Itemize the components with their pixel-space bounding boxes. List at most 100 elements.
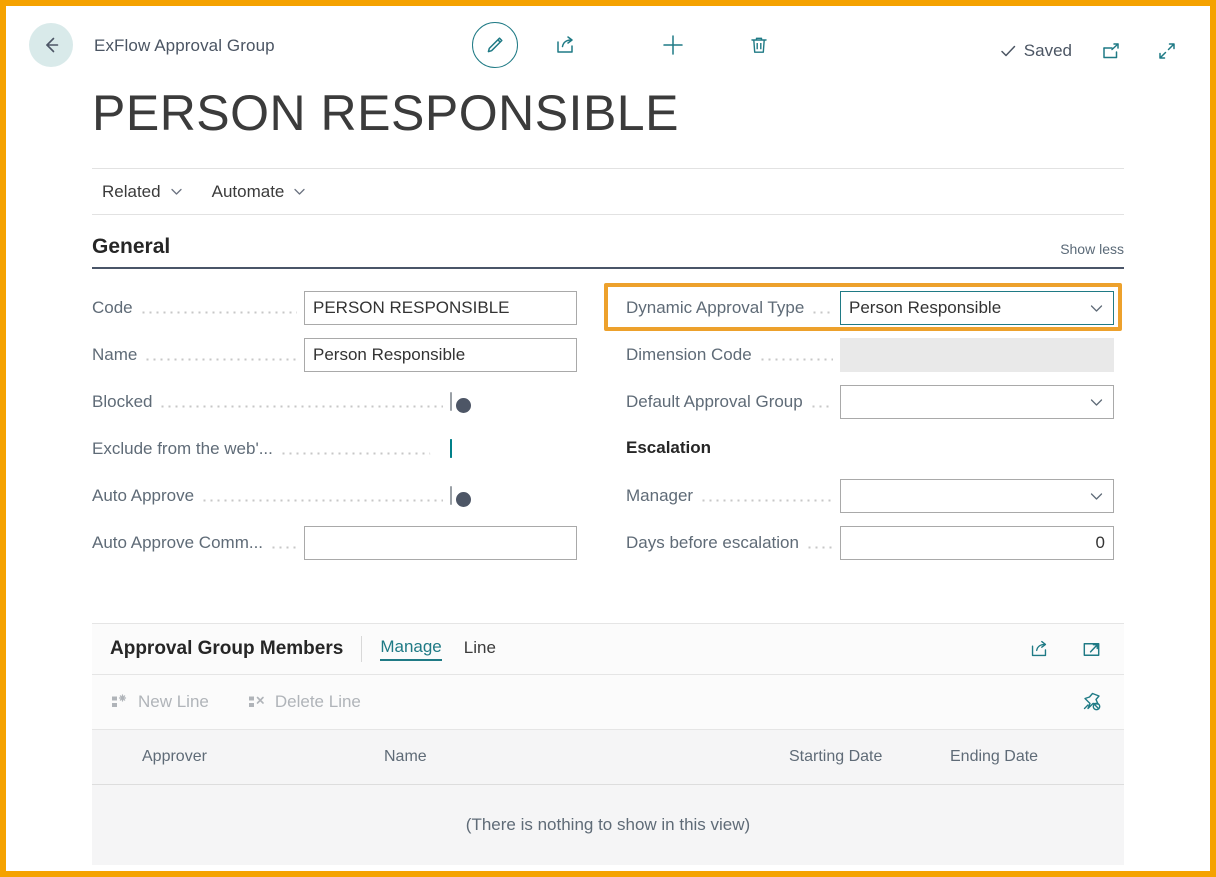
field-label: Auto Approve Comm... <box>92 533 264 552</box>
exclude-from-web-toggle[interactable] <box>430 439 452 461</box>
toggle-knob <box>430 443 447 461</box>
saved-status: Saved <box>998 41 1072 61</box>
field-dynamic-approval-type: Dynamic Approval Type Person Responsible <box>626 291 1114 325</box>
field-code: Code PERSON RESPONSIBLE <box>92 291 577 325</box>
page-title: PERSON RESPONSIBLE <box>92 85 679 141</box>
delete-button[interactable] <box>742 26 776 64</box>
chevron-down-icon <box>1088 394 1105 411</box>
field-manager: Manager <box>626 479 1114 513</box>
share-button[interactable] <box>548 26 582 64</box>
label-leader-dots <box>805 541 833 551</box>
back-button[interactable] <box>29 23 73 67</box>
expand-button[interactable] <box>1150 32 1184 70</box>
general-group-header: General Show less <box>92 235 1124 269</box>
field-label: Days before escalation <box>626 533 799 552</box>
label-leader-dots <box>279 447 443 457</box>
default-approval-group-select[interactable] <box>840 385 1114 419</box>
right-command-group: Saved <box>998 32 1184 70</box>
part-header-icons <box>1022 630 1108 668</box>
part-tab-list: Manage Line <box>380 637 496 661</box>
field-label: Dynamic Approval Type <box>626 298 805 317</box>
chevron-down-icon <box>169 184 184 199</box>
toggle-knob <box>456 397 471 413</box>
empty-state-message: (There is nothing to show in this view) <box>465 815 751 834</box>
manager-select[interactable] <box>840 479 1114 513</box>
general-group: General Show less Code PERSON RESPONSIBL… <box>92 235 1124 585</box>
top-command-bar: ExFlow Approval Group Saved <box>12 12 1204 84</box>
tab-line[interactable]: Line <box>464 638 496 660</box>
general-right-column: Dynamic Approval Type Person Responsible <box>626 285 1116 585</box>
label-leader-dots <box>758 353 833 363</box>
field-blocked: Blocked <box>92 385 471 419</box>
label-leader-dots <box>159 400 443 410</box>
action-label: Delete Line <box>274 692 361 711</box>
app-canvas: ExFlow Approval Group Saved PERSON RESPO… <box>12 12 1204 865</box>
field-value: PERSON RESPONSIBLE <box>313 298 510 317</box>
dynamic-approval-type-select[interactable]: Person Responsible <box>840 291 1114 325</box>
new-line-button[interactable]: New Line <box>110 692 209 712</box>
field-label: Blocked <box>92 392 153 411</box>
menu-item-label: Related <box>102 181 161 201</box>
expand-diagonal-icon <box>1155 39 1179 63</box>
unpin-button[interactable] <box>1074 683 1108 721</box>
name-input[interactable]: Person Responsible <box>304 338 577 372</box>
breadcrumb[interactable]: ExFlow Approval Group <box>94 36 275 56</box>
part-action-bar: New Line Delete Line <box>92 675 1124 730</box>
field-auto-approve: Auto Approve <box>92 479 471 513</box>
general-title: General <box>92 235 171 258</box>
field-auto-approve-comment: Auto Approve Comm... <box>92 526 577 560</box>
trash-icon <box>747 33 771 57</box>
label-leader-dots <box>270 541 297 551</box>
share-icon <box>1027 637 1051 661</box>
label-leader-dots <box>139 306 297 316</box>
column-header-approver[interactable]: Approver <box>142 748 207 766</box>
new-button[interactable] <box>656 26 690 64</box>
arrow-left-icon <box>39 33 63 57</box>
column-header-ending-date[interactable]: Ending Date <box>950 748 1038 766</box>
delete-line-icon <box>247 692 267 712</box>
delete-line-button[interactable]: Delete Line <box>247 692 361 712</box>
screenshot-frame: ExFlow Approval Group Saved PERSON RESPO… <box>0 0 1216 877</box>
days-before-escalation-input[interactable]: 0 <box>840 526 1114 560</box>
field-label: Manager <box>626 486 694 505</box>
pencil-icon <box>483 33 507 57</box>
auto-approve-toggle[interactable] <box>450 486 471 507</box>
edit-button[interactable] <box>472 22 518 68</box>
header-divider <box>361 636 363 662</box>
field-label: Auto Approve <box>92 486 195 505</box>
saved-label: Saved <box>1023 41 1072 60</box>
dimension-code-input <box>840 338 1114 372</box>
chevron-down-icon <box>292 184 307 199</box>
auto-approve-comment-input[interactable] <box>304 526 577 560</box>
tab-manage[interactable]: Manage <box>380 637 442 661</box>
part-open-in-new-window-button[interactable] <box>1074 630 1108 668</box>
part-header: Approval Group Members Manage Line <box>92 624 1124 675</box>
label-leader-dots <box>809 400 833 410</box>
command-icon-group <box>472 22 776 68</box>
field-value: Person Responsible <box>313 345 466 364</box>
menu-item-label: Automate <box>211 181 285 201</box>
open-in-new-window-button[interactable] <box>1094 32 1128 70</box>
field-label: Default Approval Group <box>626 392 803 411</box>
new-line-icon <box>110 692 130 712</box>
field-name: Name Person Responsible <box>92 338 577 372</box>
column-header-name[interactable]: Name <box>384 748 427 766</box>
menu-item-automate[interactable]: Automate <box>212 182 308 202</box>
toggle-knob <box>456 491 471 507</box>
field-value: 0 <box>1095 533 1105 552</box>
label-leader-dots <box>811 306 833 316</box>
field-days-before-escalation: Days before escalation 0 <box>626 526 1114 560</box>
field-label: Exclude from the web'... <box>92 439 273 458</box>
action-label: New Line <box>138 692 209 711</box>
part-title: Approval Group Members <box>110 638 344 659</box>
field-value: Person Responsible <box>849 298 1002 317</box>
show-less-link[interactable]: Show less <box>1060 241 1124 259</box>
part-share-button[interactable] <box>1022 630 1056 668</box>
menu-item-related[interactable]: Related <box>102 182 184 202</box>
escalation-subheading: Escalation <box>626 438 712 457</box>
lines-grid-header: Approver Name Starting Date Ending Date <box>92 730 1124 785</box>
blocked-toggle[interactable] <box>450 392 471 413</box>
code-input[interactable]: PERSON RESPONSIBLE <box>304 291 577 325</box>
label-leader-dots <box>201 494 443 504</box>
column-header-starting-date[interactable]: Starting Date <box>789 748 882 766</box>
